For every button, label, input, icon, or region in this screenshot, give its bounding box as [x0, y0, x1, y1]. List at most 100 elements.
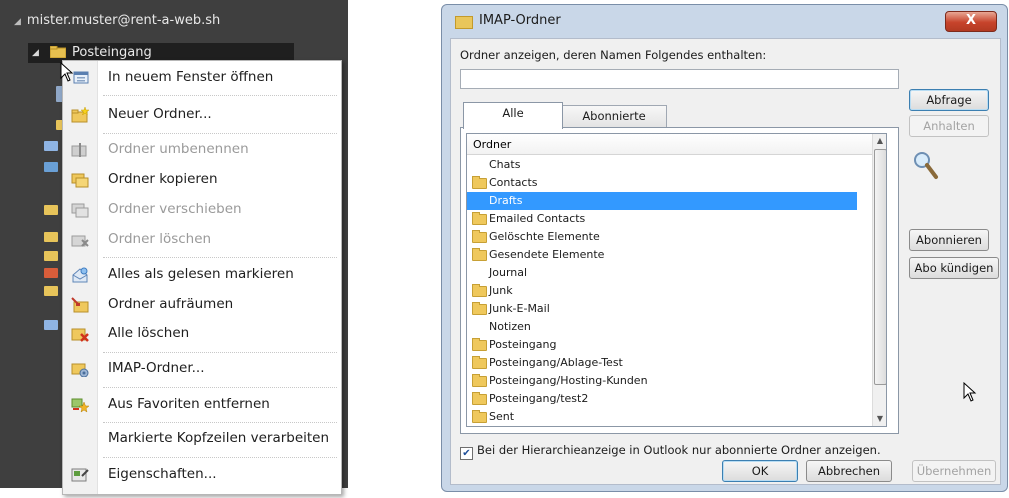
vertical-scrollbar[interactable]: ▲ ▼ — [872, 134, 886, 426]
folder-icon — [472, 212, 487, 225]
folder-icon — [455, 16, 473, 29]
folder-list[interactable]: Ordner Chats Contacts Drafts Emailed Con… — [466, 133, 887, 427]
account-label: mister.muster@rent-a-web.sh — [26, 13, 221, 28]
menu-separator — [103, 457, 337, 458]
mark-read-icon — [72, 267, 88, 283]
list-item[interactable]: Junk-E-Mail — [467, 300, 857, 318]
menu-item-imap-folders[interactable]: IMAP-Ordner... — [63, 356, 341, 382]
apply-button[interactable]: Übernehmen — [912, 460, 996, 482]
tab-all[interactable]: Alle — [463, 102, 563, 129]
clean-up-folder-icon — [71, 297, 89, 313]
menu-item-move-folder[interactable]: Ordner verschieben — [63, 197, 341, 223]
menu-item-delete-all[interactable]: Alle löschen — [63, 321, 341, 347]
menu-item-label: Ordner umbenennen — [108, 141, 249, 157]
list-item-selected[interactable]: Drafts — [467, 192, 857, 210]
menu-item-label: Ordner kopieren — [108, 171, 218, 187]
folder-icon — [472, 248, 487, 261]
list-item[interactable]: Contacts — [467, 174, 857, 192]
folder-icon — [472, 392, 487, 405]
search-icon — [914, 152, 938, 179]
subscribe-button[interactable]: Abonnieren — [909, 229, 989, 251]
menu-item-copy-folder[interactable]: Ordner kopieren — [63, 167, 341, 193]
dialog-client-area: Ordner anzeigen, deren Namen Folgendes e… — [450, 38, 1001, 485]
scroll-up-arrow-icon[interactable]: ▲ — [873, 134, 886, 148]
folder-icon — [472, 410, 487, 423]
list-item[interactable]: Gesendete Elemente — [467, 246, 857, 264]
checkbox-label: Bei der Hierarchieanzeige in Outlook nur… — [477, 443, 881, 457]
folder-icon — [472, 176, 487, 189]
account-node[interactable]: ◢ mister.muster@rent-a-web.sh — [14, 13, 220, 28]
filter-input[interactable] — [460, 69, 899, 89]
mouse-cursor-icon — [963, 382, 977, 402]
copy-folder-icon — [71, 173, 89, 188]
close-button[interactable]: X — [945, 11, 997, 32]
folder-icon — [44, 268, 58, 278]
menu-item-new-folder[interactable]: Neuer Ordner... — [63, 102, 341, 128]
menu-item-label: Ordner verschieben — [108, 201, 242, 217]
menu-item-label: In neuem Fenster öffnen — [108, 69, 274, 85]
delete-folder-icon — [71, 235, 89, 247]
list-item[interactable]: Junk — [467, 282, 857, 300]
subscribed-only-option[interactable]: ✔ Bei der Hierarchieanzeige in Outlook nu… — [460, 443, 881, 460]
menu-item-mark-all-read[interactable]: Alles als gelesen markieren — [63, 262, 341, 288]
menu-item-label: Neuer Ordner... — [108, 106, 212, 122]
folder-icon — [44, 286, 58, 296]
folder-icon — [44, 232, 58, 242]
list-item[interactable]: Notizen — [467, 318, 857, 336]
menu-item-label: Markierte Kopfzeilen verarbeiten — [108, 430, 330, 446]
list-item[interactable]: Posteingang/test2 — [467, 390, 857, 408]
list-item[interactable]: Journal — [467, 264, 857, 282]
menu-item-delete-folder[interactable]: Ordner löschen — [63, 227, 341, 253]
list-item[interactable]: Gelöschte Elemente — [467, 228, 857, 246]
dialog-title: IMAP-Ordner — [479, 13, 561, 28]
menu-item-label: Ordner löschen — [108, 231, 212, 247]
remove-favorite-icon — [71, 398, 89, 413]
menu-separator — [103, 133, 337, 134]
menu-item-properties[interactable]: Eigenschaften... — [63, 462, 341, 488]
column-header-folder[interactable]: Ordner — [467, 134, 872, 155]
menu-item-rename-folder[interactable]: Ordner umbenennen — [63, 137, 341, 163]
menu-separator — [103, 257, 337, 258]
menu-separator — [103, 352, 337, 353]
rename-folder-icon — [71, 143, 87, 157]
folder-icon — [44, 141, 58, 151]
menu-item-process-marked-headers[interactable]: Markierte Kopfzeilen verarbeiten — [63, 426, 341, 452]
unsubscribe-button[interactable]: Abo kündigen — [909, 257, 999, 279]
ok-button[interactable]: OK — [722, 460, 798, 482]
menu-item-remove-favorite[interactable]: Aus Favoriten entfernen — [63, 392, 341, 418]
list-item[interactable]: Emailed Contacts — [467, 210, 857, 228]
collapse-triangle-icon[interactable]: ◢ — [32, 43, 39, 63]
menu-item-label: IMAP-Ordner... — [108, 360, 205, 376]
collapse-triangle-icon[interactable]: ◢ — [14, 17, 21, 27]
list-item[interactable]: Chats — [467, 156, 857, 174]
subscribed-only-checkbox[interactable]: ✔ — [460, 447, 473, 460]
folder-icon — [472, 356, 487, 369]
folder-icon — [44, 162, 58, 172]
delete-all-icon — [71, 328, 89, 342]
scroll-down-arrow-icon[interactable]: ▼ — [873, 412, 886, 426]
folder-icon — [472, 230, 487, 243]
cancel-button[interactable]: Abbrechen — [806, 460, 892, 482]
new-folder-icon — [71, 107, 89, 123]
menu-item-label: Aus Favoriten entfernen — [108, 396, 270, 412]
query-button[interactable]: Abfrage — [909, 89, 989, 111]
list-item[interactable]: Posteingang/Ablage-Test — [467, 354, 857, 372]
list-item[interactable]: Posteingang/Hosting-Kunden — [467, 372, 857, 390]
move-folder-icon — [71, 203, 89, 218]
list-item[interactable]: Sent — [467, 408, 857, 426]
menu-item-label: Ordner aufräumen — [108, 296, 234, 312]
tab-page: Ordner Chats Contacts Drafts Emailed Con… — [460, 127, 899, 434]
menu-item-open-new-window[interactable]: In neuem Fenster öffnen — [63, 65, 341, 91]
menu-separator — [103, 422, 337, 423]
dialog-title-bar[interactable]: IMAP-Ordner X — [447, 8, 1002, 34]
folder-icon — [472, 374, 487, 387]
menu-item-label: Eigenschaften... — [108, 466, 217, 482]
folder-icon — [472, 302, 487, 315]
properties-icon — [71, 468, 89, 482]
tab-subscribed[interactable]: Abonnierte — [561, 105, 667, 127]
scrollbar-thumb[interactable] — [874, 149, 886, 385]
list-item[interactable]: Posteingang — [467, 336, 857, 354]
menu-item-clean-up-folder[interactable]: Ordner aufräumen — [63, 292, 341, 318]
stop-button[interactable]: Anhalten — [909, 115, 989, 137]
folder-icon — [472, 284, 487, 297]
